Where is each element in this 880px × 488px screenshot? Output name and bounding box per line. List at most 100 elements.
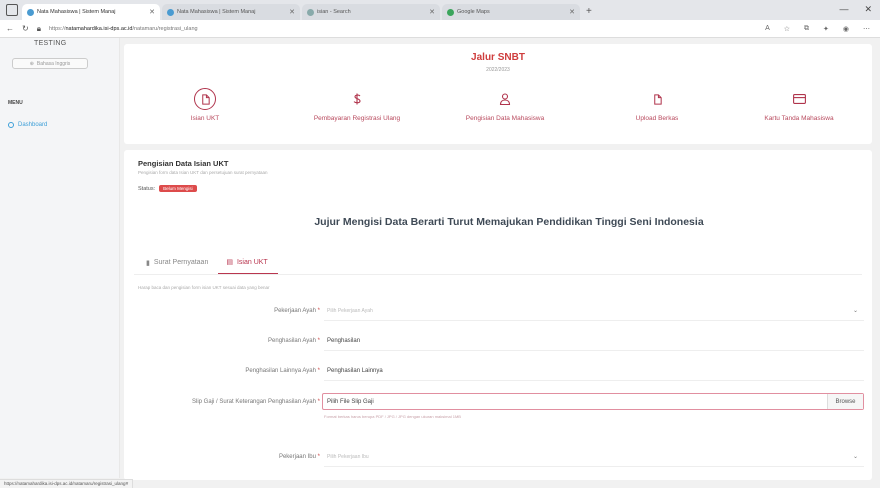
form-icon: ▤ bbox=[226, 259, 233, 266]
step-label: Upload Berkas bbox=[635, 115, 679, 122]
url-prefix: https:// bbox=[48, 25, 66, 32]
field-label: Penghasilan Lainnya Ayah * bbox=[245, 368, 320, 374]
read-aloud-icon[interactable]: A bbox=[765, 25, 770, 33]
language-button[interactable]: ⊕ Bahasa Inggris bbox=[12, 58, 88, 69]
sidebar: TESTING ⊕ Bahasa Inggris MENU Dashboard bbox=[0, 38, 120, 478]
close-icon[interactable]: ✕ bbox=[289, 8, 295, 16]
menu-header: MENU bbox=[8, 100, 23, 106]
select-placeholder: Pilih Pekerjaan Ibu bbox=[327, 454, 369, 460]
file-hint: Format berkas harus berupa PDF / JPG / J… bbox=[324, 414, 461, 419]
field-label-text: Penghasilan Ayah bbox=[268, 338, 316, 344]
section-subtitle: Pengisian form data Isian UKT dan perset… bbox=[138, 170, 268, 175]
tab-label: Nata Mahasiswa | Sistem Manaj bbox=[177, 9, 256, 15]
slip-gaji-file-input[interactable]: Pilih File Slip Gaji Browse bbox=[322, 393, 864, 410]
select-placeholder: Pilih Pekerjaan Ayah bbox=[327, 308, 373, 314]
tab-label: Google Maps bbox=[457, 9, 490, 15]
penghasilan-lainnya-ayah-input[interactable]: Penghasilan Lainnya bbox=[324, 362, 864, 381]
pekerjaan-ayah-select[interactable]: Pilih Pekerjaan Ayah ⌄ bbox=[324, 302, 864, 321]
field-penghasilan-lainnya-ayah: Penghasilan Lainnya Ayah * Penghasilan L… bbox=[124, 362, 872, 382]
sidebar-item-dashboard[interactable]: Dashboard bbox=[8, 122, 47, 128]
step-kartu-mahasiswa[interactable]: Kartu Tanda Mahasiswa bbox=[724, 88, 874, 122]
field-label-text: Pekerjaan Ayah bbox=[274, 308, 316, 314]
minimize-icon[interactable]: — bbox=[839, 4, 848, 15]
step-label: Isian UKT bbox=[190, 115, 220, 122]
tabs-divider bbox=[134, 274, 862, 275]
section-title: Pengisian Data Isian UKT bbox=[138, 159, 229, 168]
motto-heading: Jujur Mengisi Data Berarti Turut Memajuk… bbox=[314, 216, 704, 228]
url-field[interactable]: https://natamahardika.isi-dps.ac.id/nata… bbox=[49, 26, 757, 32]
help-text: Harap baca dan pengisian form isian UKT … bbox=[138, 285, 270, 290]
file-input-text: Pilih File Slip Gaji bbox=[327, 399, 374, 405]
step-isian-ukt[interactable]: Isian UKT bbox=[130, 88, 280, 122]
document-icon bbox=[194, 88, 216, 110]
maps-favicon-icon bbox=[447, 8, 454, 16]
status-url: https://natamahardika.isi-dps.ac.id/nata… bbox=[0, 479, 134, 488]
tab-label: Isian UKT bbox=[236, 258, 268, 266]
site-favicon-icon bbox=[167, 8, 174, 16]
app-brand: TESTING bbox=[34, 40, 67, 47]
step-label: Pengisian Data Mahasiswa bbox=[465, 115, 545, 122]
browser-tab-2[interactable]: Nata Mahasiswa | Sistem Manaj ✕ bbox=[162, 4, 300, 20]
main-content: Jalur SNBT 2022/2023 Isian UKT Pembayara… bbox=[120, 38, 880, 480]
search-favicon-icon bbox=[307, 8, 314, 16]
url-host: natamahardika.isi-dps.ac.id bbox=[65, 25, 133, 32]
close-icon[interactable]: ✕ bbox=[429, 8, 435, 16]
language-label: Bahasa Inggris bbox=[36, 60, 71, 67]
tab-label: Nata Mahasiswa | Sistem Manaj bbox=[37, 9, 116, 15]
browser-tab-3[interactable]: isian - Search ✕ bbox=[302, 4, 440, 20]
registration-steps: Jalur SNBT 2022/2023 Isian UKT Pembayara… bbox=[124, 44, 872, 144]
field-label-text: Pekerjaan Ibu bbox=[278, 454, 316, 460]
close-icon[interactable]: ✕ bbox=[569, 8, 575, 16]
more-menu-icon[interactable]: ⋯ bbox=[863, 25, 870, 33]
step-data-mahasiswa[interactable]: Pengisian Data Mahasiswa bbox=[430, 88, 580, 122]
window-menu-icon[interactable] bbox=[6, 4, 18, 16]
browser-toolbar-icons: A ☆ ⧉ ✦ ◉ ⋯ bbox=[765, 25, 870, 33]
address-bar: ← ↻ 🔒︎ https://natamahardika.isi-dps.ac.… bbox=[0, 20, 880, 38]
lock-icon: 🔒︎ bbox=[36, 23, 41, 33]
document-icon bbox=[582, 88, 732, 110]
close-icon[interactable]: ✕ bbox=[149, 8, 155, 16]
collections-icon[interactable]: ⧉ bbox=[804, 25, 809, 33]
tab-isian-ukt[interactable]: ▤ Isian UKT bbox=[218, 258, 278, 274]
field-label-text: Slip Gaji / Surat Keterangan Penghasilan… bbox=[192, 399, 316, 405]
close-window-icon[interactable]: ✕ bbox=[864, 4, 872, 15]
reload-icon[interactable]: ↻ bbox=[22, 24, 29, 33]
form-card: Pengisian Data Isian UKT Pengisian form … bbox=[124, 150, 872, 480]
favorite-star-icon[interactable]: ☆ bbox=[784, 25, 790, 33]
tab-surat-pernyataan[interactable]: ▮ Surat Pernyataan bbox=[138, 258, 218, 274]
tab-label: Surat Pernyataan bbox=[153, 259, 209, 266]
profile-icon[interactable]: ◉ bbox=[843, 25, 849, 33]
url-path: /natamaru/registrasi_ulang bbox=[132, 25, 198, 32]
field-slip-gaji: Slip Gaji / Surat Keterangan Penghasilan… bbox=[124, 393, 872, 419]
browse-button[interactable]: Browse bbox=[827, 394, 863, 409]
field-label: Slip Gaji / Surat Keterangan Penghasilan… bbox=[192, 399, 320, 405]
dashboard-icon bbox=[8, 122, 14, 128]
field-pekerjaan-ibu: Pekerjaan Ibu * Pilih Pekerjaan Ibu ⌄ bbox=[124, 448, 872, 468]
step-pembayaran[interactable]: Pembayaran Registrasi Ulang bbox=[282, 88, 432, 122]
pekerjaan-ibu-select[interactable]: Pilih Pekerjaan Ibu ⌄ bbox=[324, 448, 864, 467]
browser-tab-4[interactable]: Google Maps ✕ bbox=[442, 4, 580, 20]
step-label: Pembayaran Registrasi Ulang bbox=[313, 115, 401, 122]
site-favicon-icon bbox=[27, 8, 34, 16]
status-badge: Belum Mengisi bbox=[159, 185, 197, 192]
dollar-icon bbox=[282, 88, 432, 110]
field-label: Pekerjaan Ayah * bbox=[274, 308, 320, 314]
sidebar-item-label: Dashboard bbox=[18, 122, 48, 128]
page-title: Jalur SNBT bbox=[471, 52, 525, 63]
field-penghasilan-ayah: Penghasilan Ayah * Penghasilan bbox=[124, 332, 872, 352]
tab-label: isian - Search bbox=[317, 9, 351, 15]
field-label: Penghasilan Ayah * bbox=[268, 338, 320, 344]
status-label: Status: bbox=[138, 185, 156, 192]
penghasilan-ayah-input[interactable]: Penghasilan bbox=[324, 332, 864, 351]
window-controls: — ✕ bbox=[839, 4, 872, 15]
browser-tab-1[interactable]: Nata Mahasiswa | Sistem Manaj ✕ bbox=[22, 4, 160, 20]
step-label: Kartu Tanda Mahasiswa bbox=[764, 115, 834, 122]
extension-icon[interactable]: ✦ bbox=[823, 25, 829, 33]
user-icon bbox=[430, 88, 580, 110]
chevron-down-icon: ⌄ bbox=[852, 454, 858, 460]
form-tabs: ▮ Surat Pernyataan ▤ Isian UKT bbox=[138, 258, 278, 274]
step-upload-berkas[interactable]: Upload Berkas bbox=[582, 88, 732, 122]
globe-icon: ⊕ bbox=[29, 60, 34, 67]
back-icon[interactable]: ← bbox=[6, 24, 14, 33]
new-tab-button[interactable]: + bbox=[586, 6, 592, 17]
